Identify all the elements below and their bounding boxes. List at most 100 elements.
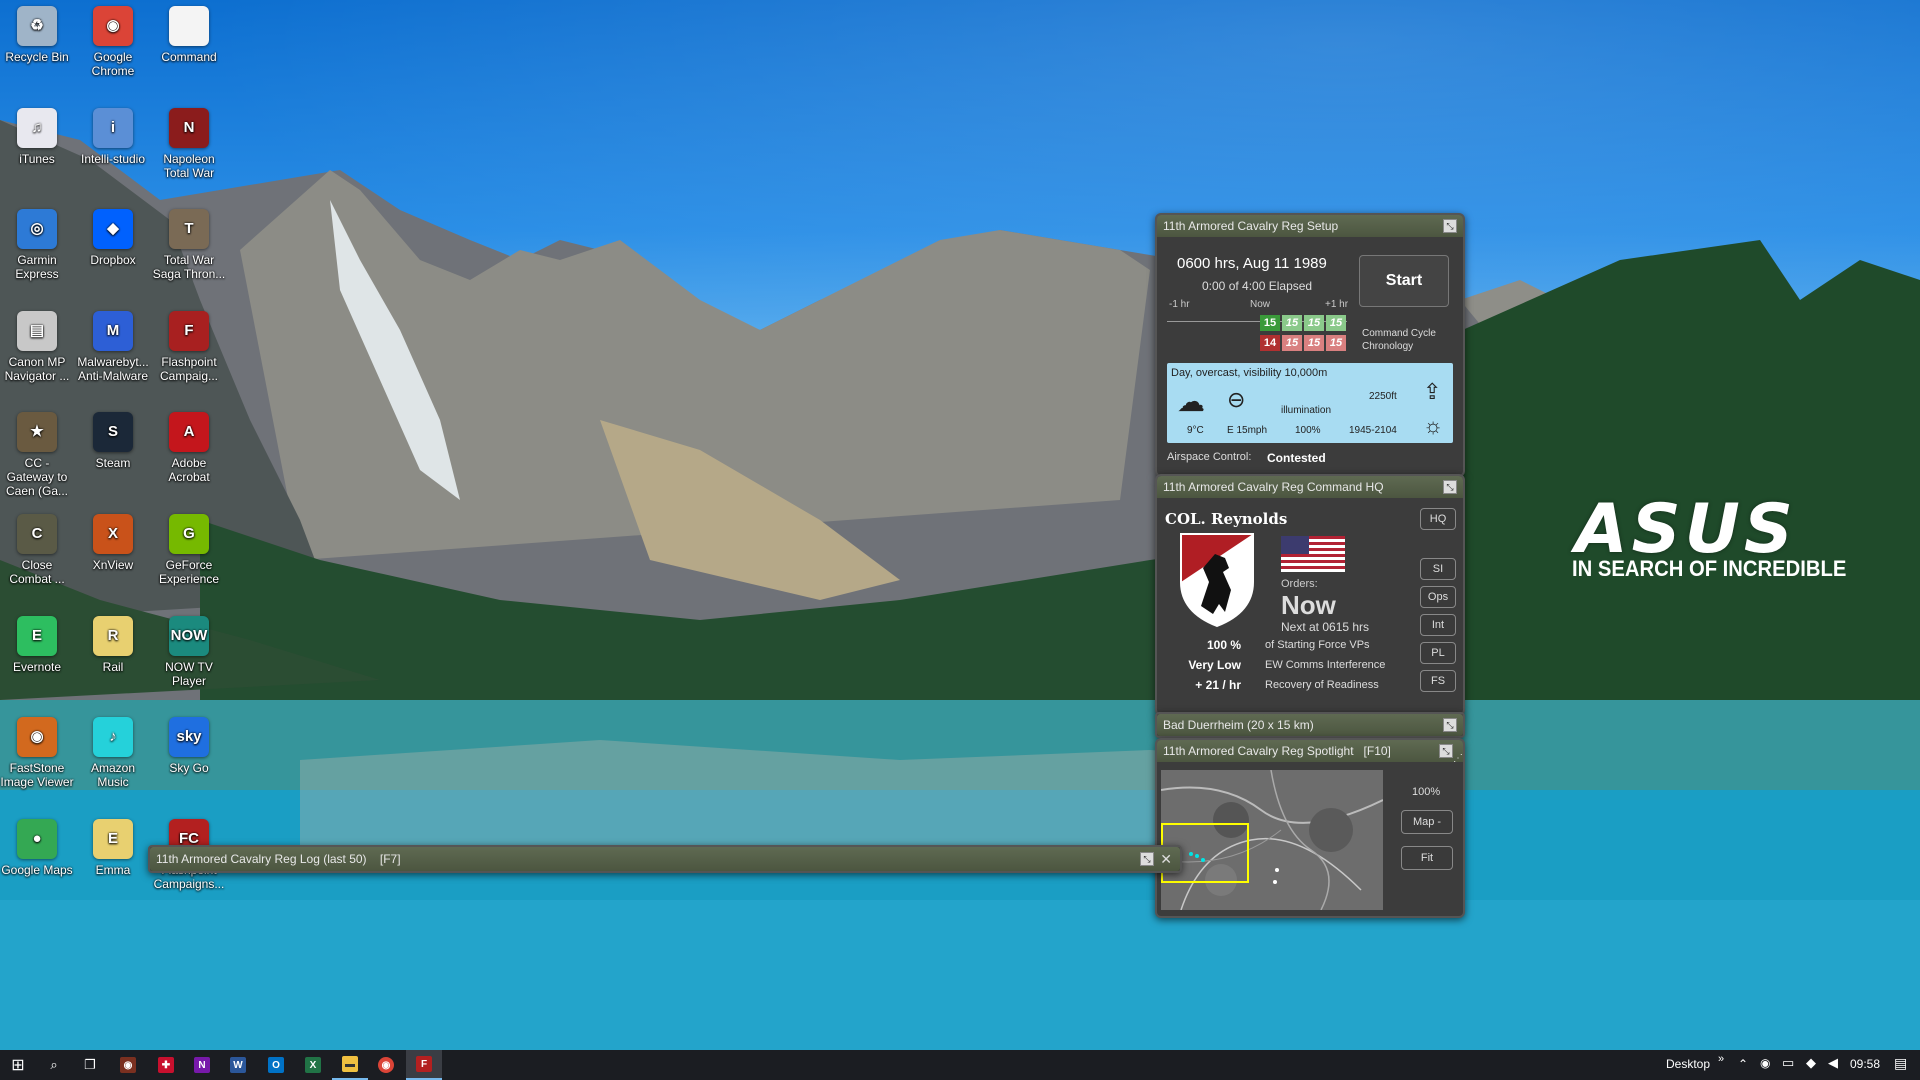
desktop-icon[interactable]: ★ CC - Gateway to Caen (Ga... <box>0 412 74 498</box>
hq-button-pl[interactable]: PL <box>1420 642 1456 664</box>
desktop-toolbar-label[interactable]: Desktop <box>1666 1057 1710 1071</box>
desktop-icon[interactable]: ◉ FastStone Image Viewer <box>0 717 74 789</box>
chronology-cell: 15 <box>1304 315 1324 331</box>
desktop-icon[interactable]: ◎ Garmin Express <box>0 209 74 281</box>
desktop-icon[interactable]: ♫ iTunes <box>0 107 74 166</box>
close-icon[interactable]: ✕ <box>1160 847 1172 871</box>
desktop-icon[interactable]: T Total War Saga Thron... <box>152 209 226 281</box>
chevron-up-icon[interactable]: ⌃ <box>1738 1057 1748 1071</box>
hq-panel-title[interactable]: 11th Armored Cavalry Reg Command HQ ⤡ <box>1157 476 1463 498</box>
desktop-icon[interactable]: N Napoleon Total War <box>152 107 226 180</box>
desktop-icon[interactable]: ◉ Google Chrome <box>76 6 150 78</box>
spotlight-panel-title[interactable]: 11th Armored Cavalry Reg Spotlight [F10]… <box>1157 740 1463 764</box>
dropbox-tray-icon[interactable]: ◆ <box>1806 1055 1816 1071</box>
desktop-icon-label: NOW TV Player <box>165 659 213 688</box>
chronology-cell: 15 <box>1282 315 1302 331</box>
toolbar-expand-icon[interactable]: » <box>1718 1053 1724 1065</box>
minimap[interactable] <box>1161 770 1383 910</box>
itunes-icon: ♫ <box>17 107 57 148</box>
desktop-icon[interactable]: G GeForce Experience <box>152 514 226 586</box>
flashpoint-taskbar-icon[interactable]: ◉ <box>110 1050 146 1080</box>
desktop-icon[interactable]: S Steam <box>76 412 150 470</box>
game-taskbar-icon[interactable]: F <box>406 1050 442 1080</box>
desktop-icon[interactable]: F Flashpoint Campaig... <box>152 310 226 383</box>
desktop-icon[interactable]: i Intelli-studio <box>76 107 150 166</box>
network-icon[interactable]: ▭ <box>1782 1055 1794 1071</box>
clock[interactable]: 09:58 <box>1850 1057 1880 1071</box>
illumination-value: 100% <box>1295 425 1321 436</box>
map-panel-title[interactable]: Bad Duerrheim (20 x 15 km) ⤡ <box>1157 714 1463 736</box>
desktop-icon-label: Amazon Music <box>90 761 136 790</box>
search-icon[interactable]: ⌕ <box>36 1050 72 1080</box>
chrome-taskbar-icon[interactable]: ◉ <box>368 1050 404 1080</box>
taskbar: ⊞ ⌕ ❐ ◉ ✚ N W O X ▬ ◉ F Desktop » ⌃ ◉ ▭ … <box>0 1050 1920 1080</box>
desktop-icon-label: Evernote <box>12 659 62 674</box>
file-explorer-icon[interactable]: ▬ <box>332 1050 368 1080</box>
daylight-hours: 1945-2104 <box>1349 425 1397 436</box>
desktop-icon-label: Command <box>161 50 217 64</box>
hq-button-ops[interactable]: Ops <box>1420 586 1456 608</box>
desktop-icon[interactable]: E Evernote <box>0 615 74 674</box>
desktop-icon[interactable]: ● Google Maps <box>0 818 74 877</box>
desktop-icon[interactable]: ▤ Canon MP Navigator ... <box>0 310 74 383</box>
timeline-plus-label: +1 hr <box>1325 299 1349 310</box>
desktop-icon[interactable]: R Rail <box>76 615 150 674</box>
hq-button-fs[interactable]: FS <box>1420 670 1456 692</box>
start-button[interactable]: Start <box>1359 255 1449 307</box>
expand-icon[interactable]: ⤡ <box>1443 480 1457 494</box>
desktop-icon-label: Sky Go <box>169 761 209 776</box>
word-icon[interactable]: W <box>220 1050 256 1080</box>
desktop-icon[interactable]: A Adobe Acrobat <box>152 412 226 484</box>
desktop-icon[interactable]: NOW NOW TV Player <box>152 615 226 688</box>
desktop-icon-label: Adobe Acrobat <box>168 456 210 485</box>
expand-icon[interactable]: ⤡ <box>1443 219 1457 233</box>
expand-icon[interactable]: ⤡ <box>1140 852 1154 866</box>
volume-icon[interactable]: ◀ <box>1828 1055 1838 1071</box>
expand-icon[interactable]: ⤡ <box>1439 744 1453 758</box>
stat-value: + 21 / hr <box>1195 678 1241 692</box>
onenote-icon[interactable]: N <box>184 1050 220 1080</box>
desktop-icon[interactable]: X XnView <box>76 514 150 572</box>
hq-button-hq[interactable]: HQ <box>1420 508 1456 530</box>
desktop-icon-label: XnView <box>92 558 134 572</box>
desktop-icon[interactable]: Command <box>152 6 226 64</box>
setup-panel-title[interactable]: 11th Armored Cavalry Reg Setup ⤡ <box>1157 215 1463 237</box>
google-maps-icon: ● <box>17 818 57 859</box>
expand-icon[interactable]: ⤡ <box>1443 718 1457 732</box>
setup-panel: 11th Armored Cavalry Reg Setup ⤡ 0600 hr… <box>1155 213 1465 477</box>
steam-icon: S <box>93 412 133 453</box>
zoom-level: 100% <box>1412 786 1441 798</box>
excel-icon[interactable]: X <box>295 1050 331 1080</box>
start-button[interactable]: ⊞ <box>0 1050 36 1080</box>
task-view-icon[interactable]: ❐ <box>72 1050 108 1080</box>
ceiling-value: 2250ft <box>1369 391 1397 402</box>
desktop-icon-label: GeForce Experience <box>158 558 220 586</box>
fit-button[interactable]: Fit <box>1401 846 1453 870</box>
notifications-icon[interactable]: ▤ <box>1894 1055 1907 1072</box>
desktop-icon[interactable]: C Close Combat ... <box>0 514 74 586</box>
desktop-icon[interactable]: ◆ Dropbox <box>76 209 150 267</box>
emma-icon: E <box>93 818 133 859</box>
elapsed-time: 0:00 of 4:00 Elapsed <box>1202 279 1313 293</box>
us-flag-icon <box>1281 536 1345 572</box>
outlook-icon[interactable]: O <box>258 1050 294 1080</box>
hq-button-si[interactable]: SI <box>1420 558 1456 580</box>
dropbox-icon: ◆ <box>93 209 133 250</box>
scenario-datetime: 0600 hrs, Aug 11 1989 <box>1177 255 1327 272</box>
desktop-icon[interactable]: sky Sky Go <box>152 717 226 775</box>
resize-grip-icon[interactable]: ⋰ <box>1453 748 1463 770</box>
desktop-icon[interactable]: ♪ Amazon Music <box>76 717 150 789</box>
log-panel-title[interactable]: 11th Armored Cavalry Reg Log (last 50) [… <box>150 847 1180 871</box>
map-menu-button[interactable]: Map - <box>1401 810 1453 834</box>
uk-flag-app-icon[interactable]: ✚ <box>148 1050 184 1080</box>
timeline-minus-label: -1 hr <box>1169 299 1190 310</box>
asus-tagline: IN SEARCH OF INCREDIBLE <box>1572 556 1847 581</box>
stat-label: Recovery of Readiness <box>1265 679 1379 691</box>
desktop-icon[interactable]: ♻ Recycle Bin <box>0 6 74 64</box>
now-tv-icon: NOW <box>169 615 209 656</box>
webcam-icon[interactable]: ◉ <box>1760 1056 1770 1070</box>
desktop-icon[interactable]: E Emma <box>76 818 150 877</box>
hq-button-int[interactable]: Int <box>1420 614 1456 636</box>
illumination-label: illumination <box>1281 405 1332 416</box>
desktop-icon[interactable]: M Malwarebyt... Anti-Malware <box>76 310 150 383</box>
